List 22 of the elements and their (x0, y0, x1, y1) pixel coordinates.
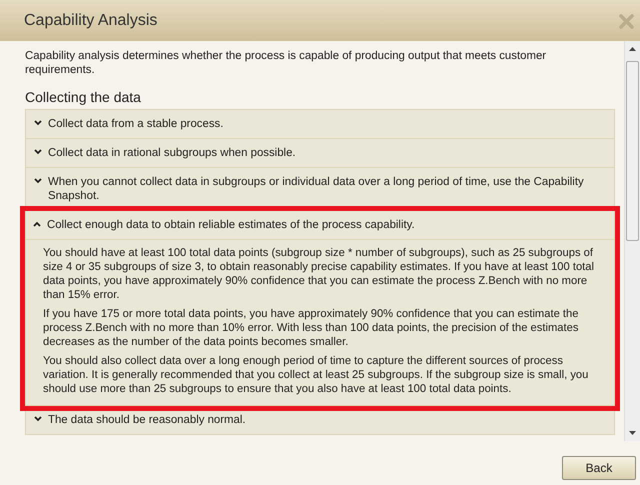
accordion-header[interactable]: Collect enough data to obtain reliable estimates of the process capability. (25, 210, 615, 239)
scroll-down-icon[interactable] (629, 431, 636, 435)
scrollbar[interactable] (624, 41, 640, 441)
chevron-down-icon (34, 178, 42, 184)
chevron-down-icon (34, 148, 42, 155)
window-title: Capability Analysis (24, 10, 158, 30)
accordion-header[interactable]: When you cannot collect data in subgroups or individual data over a long period of time, use the Capability Snapshot. (26, 168, 614, 210)
chevron-down-icon (34, 120, 42, 126)
close-icon (619, 14, 634, 29)
scroll-thumb[interactable] (626, 61, 639, 241)
paragraph: If you have 175 or more total data points, you have approximately 90% confidence that you can estimate the process Z.Bench with no more than 10% error. With less than 100 data points, the precision of the estimates decreases as the number of the data points becomes smaller. (43, 306, 580, 349)
scroll-up-icon[interactable] (629, 47, 636, 51)
chevron-up-icon (33, 220, 41, 227)
accordion-header[interactable]: Collect data in rational subgroups when possible. (26, 138, 614, 167)
paragraph: You should have at least 100 total data points (subgroup size * number of subgroups), such as 25 subgroups of size 4 or 35 subgroups of size 3, to obtain reasonably precise capability estimates. If you have at least 100 total data points, you have approximately 90% confidence that you can estimate the process Z.Bench with no more than 15% error. (43, 246, 595, 302)
accordion-header[interactable]: The data should be reasonably normal. (26, 406, 614, 434)
chevron-down-icon (34, 416, 42, 422)
section-heading: Collecting the data (25, 89, 142, 106)
paragraph: You should also collect data over a long enough period of time to capture the different sources of process variation. It is generally recommended that you collect at least 25 subgroups. If the subgroup size is small, you should use more than 25 subgroups to ensure that you also have at least 100 total data points. (43, 354, 590, 396)
back-button[interactable]: Back (562, 456, 636, 480)
accordion-header[interactable]: Collect data from a stable process. (26, 110, 614, 138)
intro-text: Capability analysis determines whether the process is capable of producing output that meets customer requirements. (25, 49, 548, 77)
